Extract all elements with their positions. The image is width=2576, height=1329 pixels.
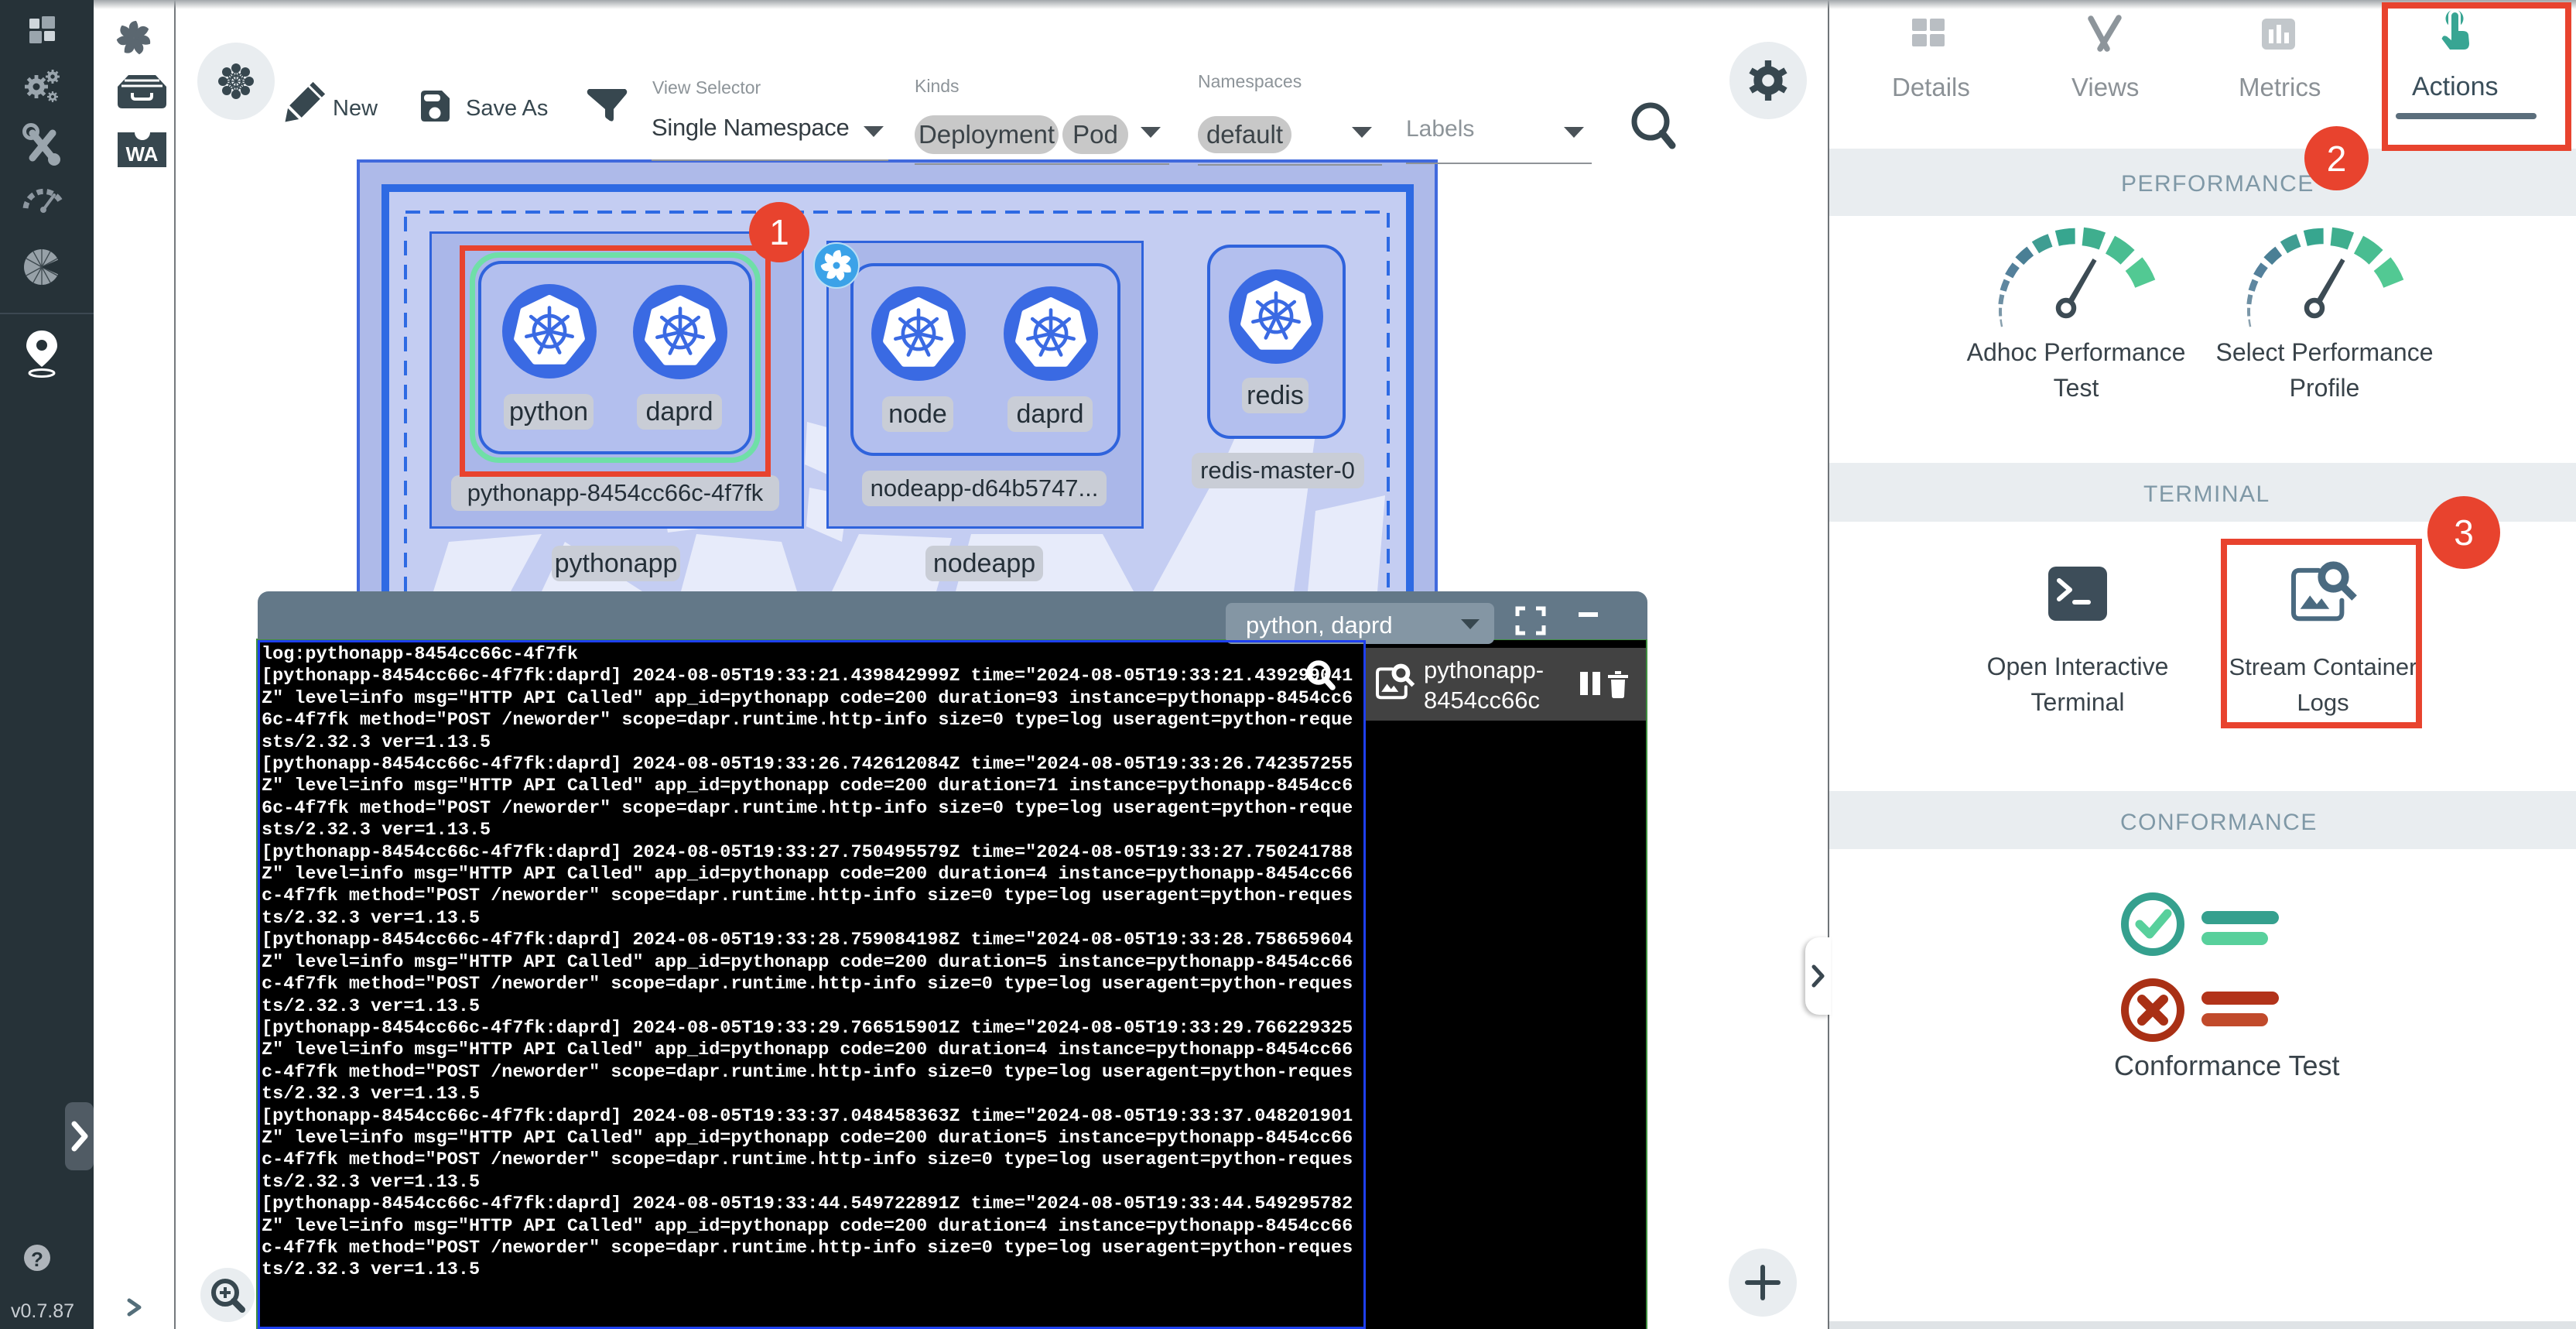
svg-text:?: ? (31, 1248, 43, 1271)
